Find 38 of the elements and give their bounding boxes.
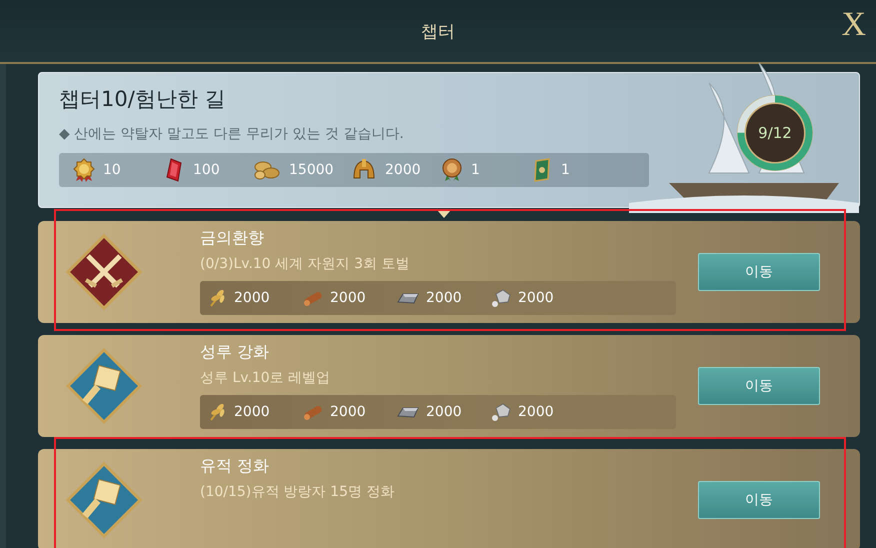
quest-title: 유적 정화 <box>200 456 270 477</box>
badge-icon <box>441 158 463 182</box>
reward-amount: 2000 <box>330 404 366 420</box>
stone-icon <box>490 402 512 422</box>
reward-amount: 15000 <box>289 162 334 178</box>
chapter-description: ◆ 산에는 약탈자 말고도 다른 무리가 있는 것 같습니다. <box>59 125 404 143</box>
close-button[interactable]: X <box>841 8 866 42</box>
window-title: 챕터 <box>421 20 455 42</box>
medal-icon <box>73 158 95 182</box>
reward-amount: 2000 <box>234 404 270 420</box>
reward-amount: 2000 <box>234 290 270 306</box>
reward-amount: 2000 <box>426 290 462 306</box>
quest-title: 금의환향 <box>200 228 265 249</box>
stone-icon <box>490 288 512 308</box>
reward-amount: 2000 <box>426 404 462 420</box>
go-button[interactable]: 이동 <box>698 481 820 519</box>
quest-title: 성루 강화 <box>200 342 270 363</box>
chapter-title: 챕터10/험난한 길 <box>59 86 226 113</box>
coins-icon <box>253 159 281 181</box>
reward-amount: 1 <box>561 162 570 178</box>
reward-amount: 1 <box>471 162 480 178</box>
go-button[interactable]: 이동 <box>698 367 820 405</box>
reward-amount: 2000 <box>518 290 554 306</box>
reward-amount: 100 <box>193 162 220 178</box>
quest-objective: (10/15)유적 방랑자 15명 정화 <box>200 483 396 501</box>
hammer-icon <box>66 462 142 538</box>
reward-amount: 2000 <box>330 290 366 306</box>
go-button[interactable]: 이동 <box>698 253 820 291</box>
reward-amount: 10 <box>103 162 121 178</box>
reward-amount: 2000 <box>518 404 554 420</box>
quest-objective: (0/3)Lv.10 세계 자원지 3회 토벌 <box>200 255 410 273</box>
reward-amount: 2000 <box>385 162 421 178</box>
scroll-icon <box>531 157 553 183</box>
hammer-icon <box>66 348 142 424</box>
crossed-swords-icon <box>66 234 142 310</box>
caret-icon <box>437 210 451 218</box>
progress-text: 9/12 <box>758 124 792 142</box>
quest-objective: 성루 Lv.10로 레벨업 <box>200 369 332 387</box>
